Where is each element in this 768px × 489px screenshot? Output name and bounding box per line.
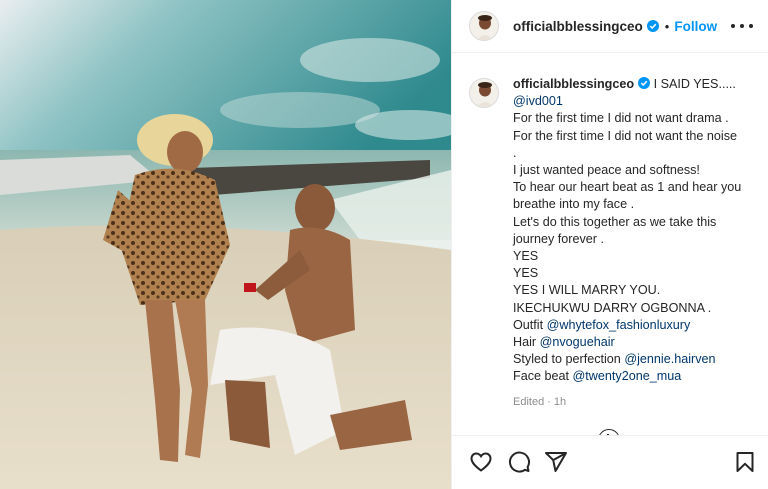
caption-text: officialbblessingceo I SAID YES..... @iv… (513, 76, 758, 434)
credit-mention[interactable]: @nvoguehair (540, 335, 615, 349)
caption-line: YES I WILL MARRY YOU. (513, 283, 661, 298)
follow-button[interactable]: Follow (674, 19, 717, 34)
comment-icon[interactable] (507, 450, 531, 474)
caption-line: . (513, 145, 517, 160)
post-header: officialbblessingceo • Follow (452, 0, 768, 53)
caption-avatar[interactable] (469, 78, 499, 108)
credit-label: Styled to perfection (513, 352, 625, 367)
verified-badge-icon (646, 20, 659, 32)
post-image[interactable] (0, 0, 451, 489)
credit-label: Outfit (513, 317, 547, 332)
caption-line: YES (513, 266, 539, 281)
post-time[interactable]: 1h (554, 396, 566, 408)
caption-line: IKECHUKWU DARRY OGBONNA . (513, 300, 712, 315)
author-username[interactable]: officialbblessingceo (513, 19, 643, 34)
caption-line: For the first time I did not want drama … (513, 111, 729, 126)
caption-line: I just wanted peace and softness! (513, 163, 700, 178)
caption-line: YES (513, 249, 539, 264)
credit-label: Face beat (513, 369, 573, 384)
caption-line: To hear our heart beat as 1 and hear you… (513, 180, 742, 212)
caption-credit-styling: Styled to perfection @jennie.hairven (513, 351, 758, 368)
credit-mention[interactable]: @twenty2one_mua (573, 369, 682, 383)
caption-first-text: I SAID YES..... (650, 77, 736, 91)
credit-mention[interactable]: @jennie.hairven (624, 352, 715, 366)
bookmark-icon[interactable] (733, 450, 757, 474)
caption-first-line: officialbblessingceo I SAID YES..... (513, 76, 758, 93)
caption-meta: Edited · 1h (513, 394, 758, 411)
caption-credit-outfit: Outfit @whytefox_fashionluxury (513, 317, 758, 334)
post-side-panel: officialbblessingceo • Follow officialbb… (451, 0, 768, 489)
avatar-image (470, 12, 498, 40)
more-options-icon[interactable] (731, 17, 753, 35)
caption-section: officialbblessingceo I SAID YES..... @iv… (452, 54, 768, 434)
caption-verified-badge-icon (638, 77, 651, 89)
header-separator: • (664, 18, 670, 34)
caption-credit-face: Face beat @twenty2one_mua (513, 368, 758, 385)
caption-avatar-image (470, 79, 498, 107)
heart-icon[interactable] (469, 450, 493, 474)
edited-label: Edited (513, 395, 545, 408)
caption-line: Let's do this together as we take this j… (513, 214, 717, 246)
caption-line: For the first time I did not want the no… (513, 128, 737, 143)
credit-mention[interactable]: @whytefox_fashionluxury (547, 318, 691, 332)
credit-label: Hair (513, 335, 540, 350)
caption-username[interactable]: officialbblessingceo (513, 77, 634, 91)
meta-separator: · (547, 395, 551, 408)
avatar[interactable] (469, 11, 499, 41)
caption-mention[interactable]: @ivd001 (513, 93, 758, 110)
share-icon[interactable] (544, 450, 568, 474)
beach-proposal-photo (0, 0, 451, 489)
caption-credit-hair: Hair @nvoguehair (513, 334, 758, 351)
action-bar (452, 435, 768, 489)
